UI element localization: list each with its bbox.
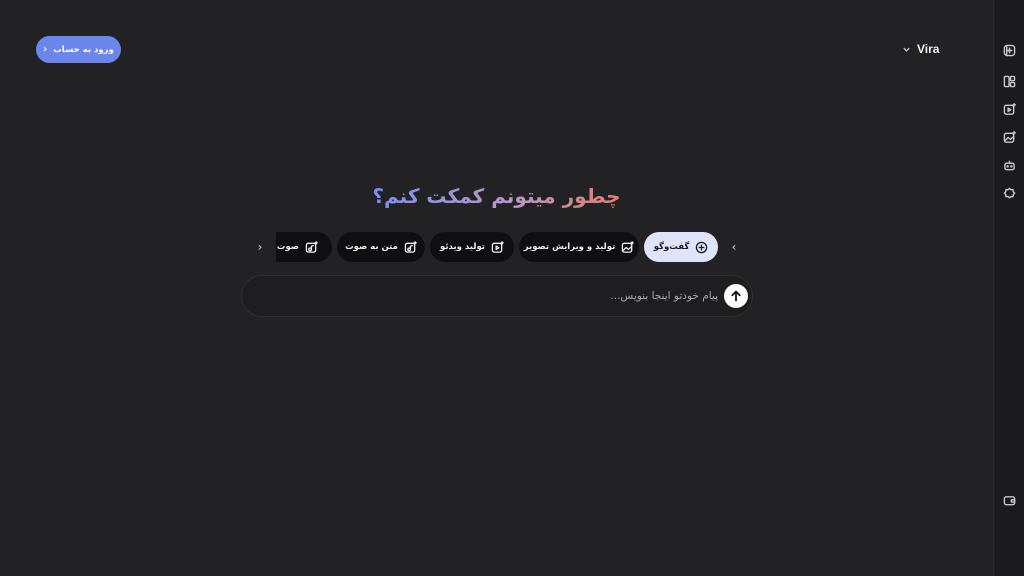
chip-tts[interactable]: متن به صوت [337, 232, 425, 262]
chip-label: تولید و ویرایش تصویر [523, 242, 616, 252]
new-chat-icon [1003, 44, 1016, 57]
image-sparkle-icon [622, 240, 635, 253]
message-composer [241, 275, 753, 317]
app-window: ورود به حساب › Vira چطور میتونم کمکت کنم… [0, 0, 1024, 576]
chip-video[interactable]: تولید ویدئو [430, 232, 514, 262]
audio-sparkle-icon [305, 240, 318, 253]
chip-label: تولید ویدئو [440, 242, 485, 252]
chevron-down-icon [903, 47, 910, 52]
login-label: ورود به حساب [53, 44, 114, 55]
image-icon [1003, 131, 1016, 143]
rail-bot-button[interactable] [1002, 158, 1017, 173]
rail-image-button[interactable] [1002, 130, 1017, 145]
model-name: Vira [917, 42, 940, 56]
chip-label: صوت به متن [276, 242, 299, 252]
message-input[interactable] [258, 276, 718, 316]
page-title: چطور میتونم کمکت کنم؟ [0, 184, 993, 208]
chips-next-button[interactable]: › [252, 239, 268, 255]
chip-image[interactable]: تولید و ویرایش تصویر [519, 232, 639, 262]
video-icon [1003, 103, 1016, 115]
badge-star-icon [1003, 187, 1016, 199]
rail-new-chat-button[interactable] [1002, 43, 1017, 58]
chat-plus-icon [696, 241, 708, 253]
chips-prev-button[interactable]: ‹ [726, 239, 742, 255]
chevron-right-icon: › [257, 240, 263, 254]
rail-layout-button[interactable] [1002, 74, 1017, 89]
chip-label: متن به صوت [345, 242, 398, 252]
video-sparkle-icon [491, 240, 504, 253]
model-selector[interactable]: Vira [902, 40, 950, 58]
chevron-left-icon: ‹ [731, 240, 737, 254]
rail-video-button[interactable] [1002, 102, 1017, 117]
right-sidebar [993, 0, 1024, 576]
rail-wallet-button[interactable] [1002, 493, 1017, 508]
page-title-text: چطور میتونم کمکت کنم؟ [372, 184, 621, 208]
mic-sparkle-icon [404, 240, 417, 253]
wallet-icon [1003, 496, 1016, 506]
rail-badge-button[interactable] [1002, 186, 1017, 201]
layout-icon [1003, 75, 1016, 88]
bot-icon [1004, 160, 1015, 171]
arrow-up-icon [731, 290, 741, 302]
send-button[interactable] [724, 284, 748, 308]
chip-stt[interactable]: صوت به متن [276, 232, 332, 262]
mode-chips: گفت‌وگو تولید و ویرایش تصویر تولید ویدئو… [276, 232, 720, 262]
login-button[interactable]: ورود به حساب › [36, 36, 121, 63]
chevron-right-icon: › [43, 44, 48, 55]
chip-chat[interactable]: گفت‌وگو [644, 232, 718, 262]
chip-label: گفت‌وگو [653, 242, 690, 252]
